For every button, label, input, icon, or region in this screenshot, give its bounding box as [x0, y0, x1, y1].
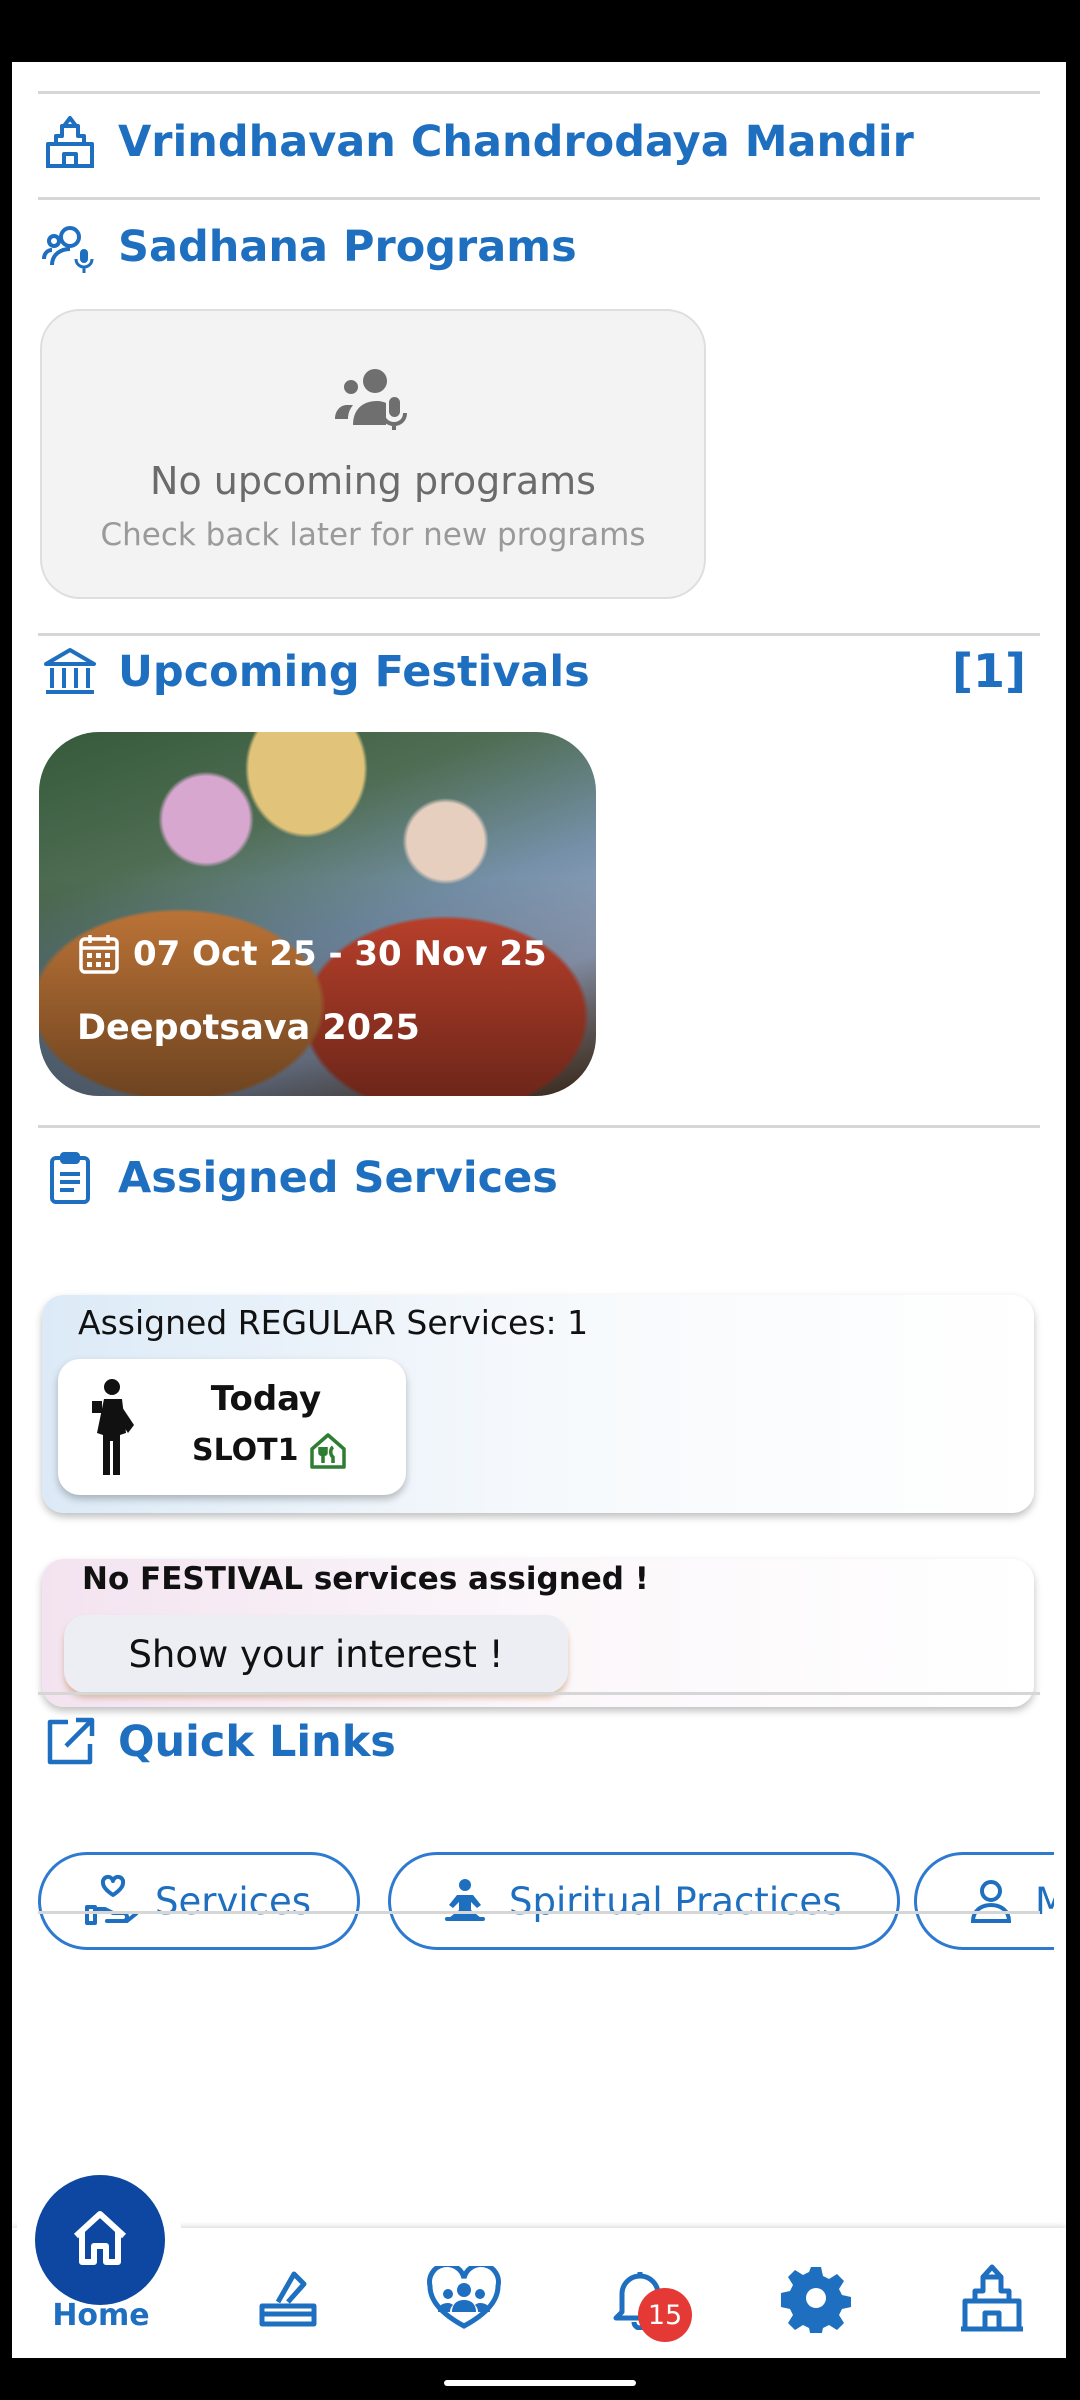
quick-link-profile[interactable]: My Profile	[914, 1852, 1054, 1950]
divider	[38, 1911, 1040, 1914]
divider	[38, 1125, 1040, 1128]
quick-link-spiritual-practices[interactable]: Spiritual Practices	[388, 1852, 900, 1950]
gear-icon	[781, 2263, 851, 2337]
divider	[38, 91, 1040, 94]
section-title: Upcoming Festivals	[118, 647, 590, 697]
notification-badge: 15	[638, 2288, 692, 2342]
quick-link-label: Services	[155, 1879, 312, 1923]
hand-heart-icon	[83, 1873, 139, 1929]
slot-day: Today	[210, 1379, 322, 1419]
temple-name: Vrindhavan Chandrodaya Mandir	[118, 117, 914, 167]
show-interest-button[interactable]: Show your interest !	[64, 1615, 568, 1693]
group-voice-icon	[335, 363, 415, 431]
person-icon	[963, 1873, 1019, 1929]
slot-card[interactable]: Today SLOT1	[58, 1359, 406, 1495]
divider	[38, 1692, 1040, 1695]
festival-date-text: 07 Oct 25 - 30 Nov 25	[133, 934, 547, 974]
app-screen: Vrindhavan Chandrodaya Mandir Sadhana Pr…	[12, 62, 1066, 2358]
temple-icon	[42, 114, 98, 170]
gesture-handle[interactable]	[444, 2380, 636, 2386]
quick-link-services[interactable]: Services	[38, 1852, 360, 1950]
gesture-bar	[0, 2358, 1080, 2400]
bank-icon	[42, 644, 98, 700]
community-icon	[424, 2262, 504, 2334]
quick-link-label: My Profile	[1035, 1879, 1054, 1923]
home-button[interactable]	[35, 2175, 165, 2305]
divider	[38, 197, 1040, 200]
empty-subtitle: Check back later for new programs	[100, 517, 646, 553]
temple-header[interactable]: Vrindhavan Chandrodaya Mandir	[42, 112, 914, 172]
section-title: Sadhana Programs	[118, 222, 577, 272]
section-title: Assigned Services	[118, 1153, 558, 1203]
devotee-icon	[86, 1377, 146, 1477]
festival-card[interactable]: 07 Oct 25 - 30 Nov 25 Deepotsava 2025	[39, 732, 596, 1096]
festival-date: 07 Oct 25 - 30 Nov 25	[77, 932, 547, 976]
festival-count: [1]	[951, 644, 1026, 698]
temple-icon	[957, 2263, 1027, 2337]
no-programs-card: No upcoming programs Check back later fo…	[40, 309, 706, 599]
festival-services-card: No FESTIVAL services assigned ! Show you…	[42, 1559, 1034, 1707]
festival-services-header: No FESTIVAL services assigned !	[82, 1561, 649, 1597]
festival-name: Deepotsava 2025	[77, 1008, 420, 1048]
empty-title: No upcoming programs	[150, 459, 596, 503]
calendar-icon	[77, 932, 121, 976]
festivals-section-header: Upcoming Festivals	[42, 642, 590, 702]
assigned-section-header: Assigned Services	[42, 1148, 558, 1208]
quick-links-row[interactable]: Services Spiritual Practices My Profile	[38, 1848, 1054, 1956]
donation-icon	[256, 2266, 320, 2334]
open-external-icon	[42, 1714, 98, 1770]
quick-link-label: Spiritual Practices	[509, 1879, 842, 1923]
home-label[interactable]: Home	[46, 2298, 156, 2333]
section-title: Quick Links	[118, 1717, 396, 1767]
sadhana-section-header: Sadhana Programs	[42, 217, 577, 277]
nav-temple[interactable]	[952, 2260, 1032, 2340]
meditation-icon	[437, 1873, 493, 1929]
clipboard-icon	[42, 1150, 98, 1206]
nav-community[interactable]	[424, 2260, 504, 2340]
food-service-icon	[308, 1431, 348, 1471]
nav-settings[interactable]	[776, 2260, 856, 2340]
home-icon	[68, 2206, 132, 2274]
regular-services-card: Assigned REGULAR Services: 1 Today SLOT1	[42, 1295, 1034, 1513]
slot-name: SLOT1	[192, 1433, 299, 1468]
divider	[38, 633, 1040, 636]
quick-links-header: Quick Links	[42, 1712, 396, 1772]
nav-donation[interactable]	[248, 2260, 328, 2340]
group-voice-icon	[42, 219, 98, 275]
status-bar	[0, 0, 1080, 62]
regular-services-header: Assigned REGULAR Services: 1	[78, 1303, 589, 1342]
